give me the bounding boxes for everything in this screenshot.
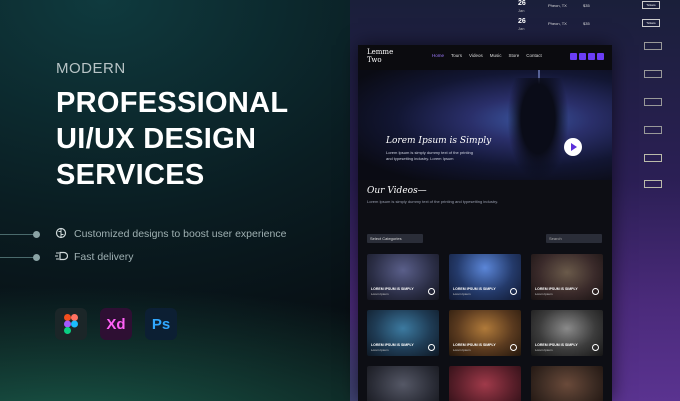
headline-line: SERVICES: [56, 159, 205, 191]
hero-copy: MODERN PROFESSIONAL UI/UX DESIGN SERVICE…: [56, 60, 356, 193]
tour-month: Jan: [518, 8, 525, 13]
feature-text: Fast delivery: [74, 251, 134, 263]
video-card[interactable]: [367, 366, 439, 401]
headline-line: PROFESSIONAL: [56, 87, 289, 119]
logo-line: Two: [367, 56, 382, 64]
feature-item: Fast delivery: [0, 247, 300, 269]
play-icon[interactable]: [510, 344, 517, 351]
logo-line: Lemme: [367, 48, 394, 56]
video-subtitle: Lorem Ipsum: [535, 348, 553, 352]
tour-day: 26: [518, 0, 526, 7]
video-card[interactable]: LOREM IPSUM IS SIMPLY Lorem Ipsum: [449, 254, 521, 300]
tour-month: Jan: [518, 26, 525, 31]
video-card[interactable]: LOREM IPSUM IS SIMPLY Lorem Ipsum: [449, 310, 521, 356]
site-logo[interactable]: Lemme Two: [367, 48, 393, 64]
tickets-button[interactable]: [644, 126, 662, 134]
guitarist-silhouette: [508, 78, 568, 180]
nav-menu: Home Tours Videos Music Store Contact: [432, 53, 542, 58]
tickets-button[interactable]: [644, 154, 662, 162]
feature-list: Customized designs to boost user experie…: [0, 224, 300, 270]
video-title: LOREM IPSUM IS SIMPLY: [371, 287, 414, 291]
tickets-button[interactable]: Tickets: [642, 19, 660, 27]
nav-music[interactable]: Music: [490, 53, 502, 58]
tool-icons: Xd Ps: [55, 308, 177, 340]
video-title: LOREM IPSUM IS SIMPLY: [453, 287, 496, 291]
video-card[interactable]: LOREM IPSUM IS SIMPLY Lorem Ipsum: [531, 254, 603, 300]
photoshop-icon: Ps: [145, 308, 177, 340]
youtube-icon[interactable]: [588, 53, 595, 60]
video-thumbnail: [367, 366, 439, 401]
play-icon[interactable]: [592, 344, 599, 351]
instagram-icon[interactable]: [597, 53, 604, 60]
mockup-navbar: Lemme Two Home Tours Videos Music Store …: [358, 45, 612, 70]
connector-line: [0, 234, 36, 235]
video-thumbnail: [531, 366, 603, 401]
videos-subheading: Lorem Ipsum is simply dummy text of the …: [367, 199, 499, 204]
tickets-button[interactable]: Tickets: [642, 1, 660, 9]
tour-city: Pheon, TX: [548, 21, 567, 26]
tickets-button[interactable]: [644, 42, 662, 50]
video-subtitle: Lorem Ipsum: [371, 348, 389, 352]
play-icon[interactable]: [592, 288, 599, 295]
tickets-button[interactable]: [644, 70, 662, 78]
feature-item: Customized designs to boost user experie…: [0, 224, 300, 246]
fast-delivery-icon: [54, 250, 68, 264]
nav-tours[interactable]: Tours: [451, 53, 462, 58]
video-card[interactable]: [449, 366, 521, 401]
hero-banner: Lorem Ipsum is Simply Lorem Ipsum is sim…: [358, 70, 612, 180]
tour-row: 26 Jan Pheon, TX $35 Tickets: [510, 18, 680, 34]
video-subtitle: Lorem Ipsum: [453, 348, 471, 352]
play-icon[interactable]: [564, 138, 582, 156]
hero-title: Lorem Ipsum is Simply: [386, 136, 492, 146]
eyebrow-label: MODERN: [56, 60, 126, 77]
bullet-dot: [33, 254, 40, 261]
category-select[interactable]: Select Categories: [367, 234, 423, 243]
video-card[interactable]: LOREM IPSUM IS SIMPLY Lorem Ipsum: [531, 310, 603, 356]
video-card[interactable]: LOREM IPSUM IS SIMPLY Lorem Ipsum: [367, 310, 439, 356]
facebook-icon[interactable]: [570, 53, 577, 60]
video-thumbnail: [449, 366, 521, 401]
feature-text: Customized designs to boost user experie…: [74, 228, 287, 240]
play-icon[interactable]: [510, 288, 517, 295]
xd-icon: Xd: [100, 308, 132, 340]
video-title: LOREM IPSUM IS SIMPLY: [453, 343, 496, 347]
twitter-icon[interactable]: [579, 53, 586, 60]
nav-home[interactable]: Home: [432, 53, 444, 58]
brain-icon: [54, 227, 68, 241]
figma-icon: [55, 308, 87, 340]
play-icon[interactable]: [428, 344, 435, 351]
tour-price: $35: [583, 21, 590, 26]
tour-row: 26 Jan Pheon, TX $35 Tickets: [510, 0, 680, 16]
video-subtitle: Lorem Ipsum: [535, 292, 553, 296]
video-card[interactable]: [531, 366, 603, 401]
nav-store[interactable]: Store: [508, 53, 519, 58]
nav-contact[interactable]: Contact: [526, 53, 542, 58]
video-title: LOREM IPSUM IS SIMPLY: [535, 343, 578, 347]
video-subtitle: Lorem Ipsum: [371, 292, 389, 296]
nav-videos[interactable]: Videos: [469, 53, 483, 58]
bullet-dot: [33, 231, 40, 238]
hero-description: Lorem Ipsum is simply dummy text of the …: [386, 150, 473, 161]
tour-day: 26: [518, 18, 526, 25]
tour-price: $35: [583, 3, 590, 8]
tickets-button[interactable]: [644, 98, 662, 106]
tickets-button[interactable]: [644, 180, 662, 188]
website-mockup: Lemme Two Home Tours Videos Music Store …: [358, 45, 612, 401]
video-title: LOREM IPSUM IS SIMPLY: [535, 287, 578, 291]
footer-side-panel: [612, 210, 680, 270]
video-title: LOREM IPSUM IS SIMPLY: [371, 343, 414, 347]
connector-line: [0, 257, 36, 258]
search-input[interactable]: Search: [546, 234, 602, 243]
social-links: [570, 53, 604, 60]
video-subtitle: Lorem Ipsum: [453, 292, 471, 296]
headline-line: UI/UX DESIGN: [56, 123, 257, 155]
play-icon[interactable]: [428, 288, 435, 295]
headline: PROFESSIONAL UI/UX DESIGN SERVICES: [56, 85, 356, 193]
videos-heading: Our Videos—: [367, 186, 427, 196]
video-card[interactable]: LOREM IPSUM IS SIMPLY Lorem Ipsum: [367, 254, 439, 300]
tour-city: Pheon, TX: [548, 3, 567, 8]
